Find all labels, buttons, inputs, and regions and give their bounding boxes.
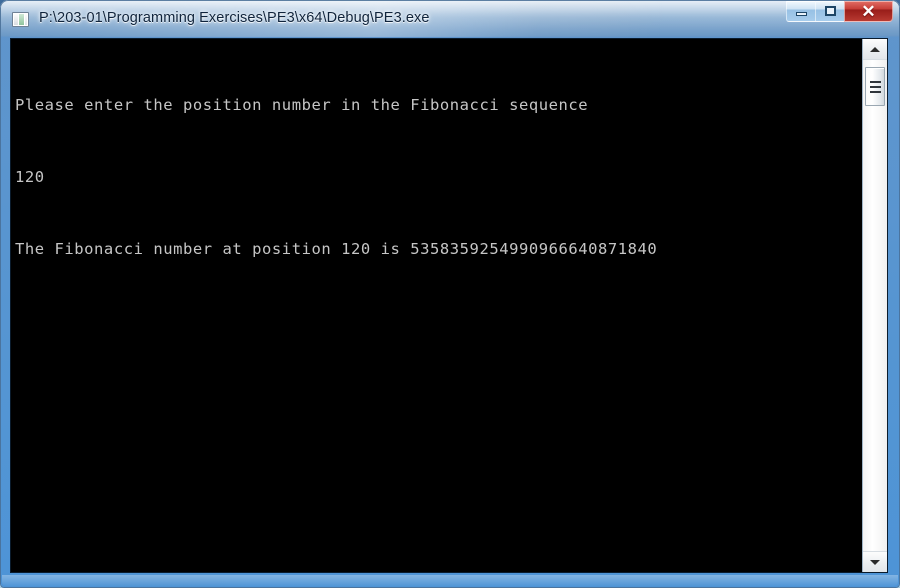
grip-line-icon bbox=[869, 80, 881, 83]
console-window: P:\203-01\Programming Exercises\PE3\x64\… bbox=[0, 0, 900, 588]
close-icon: ✕ bbox=[861, 1, 876, 21]
window-title: P:\203-01\Programming Exercises\PE3\x64\… bbox=[39, 10, 430, 26]
icon-pane-middle bbox=[19, 13, 24, 25]
triangle-up-icon bbox=[870, 46, 880, 52]
console-line-prompt: Please enter the position number in the … bbox=[15, 96, 589, 114]
console-client-area[interactable]: Please enter the position number in the … bbox=[10, 38, 888, 573]
icon-pane-right bbox=[25, 13, 27, 25]
scroll-up-arrow[interactable] bbox=[863, 39, 887, 60]
vertical-scrollbar[interactable] bbox=[862, 39, 887, 572]
minimize-icon bbox=[795, 11, 807, 16]
triangle-down-icon bbox=[870, 559, 880, 565]
maximize-icon bbox=[824, 6, 836, 16]
grip-line-icon bbox=[869, 90, 881, 93]
window-controls: ✕ bbox=[786, 1, 893, 23]
minimize-button[interactable] bbox=[786, 1, 815, 22]
scrollbar-thumb[interactable] bbox=[865, 67, 885, 106]
console-output: Please enter the position number in the … bbox=[11, 39, 862, 572]
console-line-input: 120 bbox=[15, 168, 45, 186]
close-button[interactable]: ✕ bbox=[844, 1, 893, 22]
console-window-icon bbox=[12, 11, 29, 27]
icon-pane-left bbox=[14, 13, 18, 25]
grip-line-icon bbox=[869, 85, 881, 88]
window-titlebar[interactable]: P:\203-01\Programming Exercises\PE3\x64\… bbox=[0, 0, 900, 37]
console-line-result: The Fibonacci number at position 120 is … bbox=[15, 240, 658, 258]
scroll-down-arrow[interactable] bbox=[863, 551, 887, 572]
maximize-button[interactable] bbox=[815, 1, 844, 22]
